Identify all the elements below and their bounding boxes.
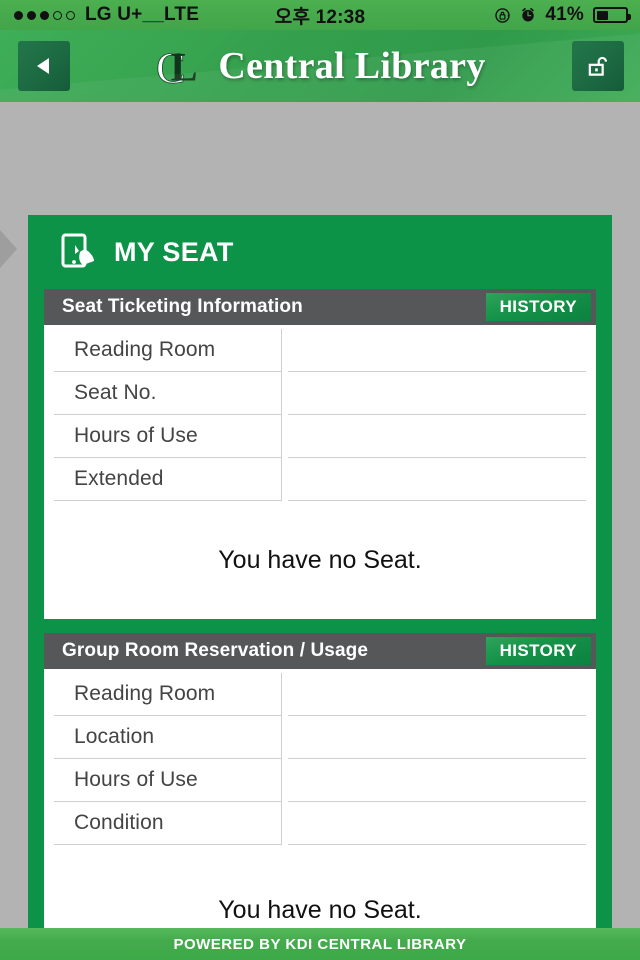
row-label: Hours of Use	[54, 759, 282, 802]
row-value	[288, 458, 586, 501]
table-row: Reading Room	[44, 673, 596, 716]
table-row: Extended	[44, 458, 596, 501]
cl-monogram-logo: C L	[156, 42, 198, 93]
seat-ticketing-card: Seat Ticketing Information HISTORY Readi…	[44, 289, 596, 619]
card-header: Group Room Reservation / Usage HISTORY	[44, 633, 596, 669]
card-rows: Reading Room Seat No. Hours of Use Exten…	[44, 325, 596, 501]
brand-logo-group: C L Central Library	[154, 38, 485, 94]
row-value	[288, 673, 586, 716]
unlock-button[interactable]	[572, 41, 624, 91]
footer-bar: POWERED BY KDI CENTRAL LIBRARY	[0, 928, 640, 960]
table-row: Hours of Use	[44, 759, 596, 802]
page-body: MY SEAT Seat Ticketing Information HISTO…	[0, 102, 640, 960]
phone-screen: LG U+__LTE 오후 12:38 41% C L Central Libr…	[0, 0, 640, 960]
card-title-label: Group Room Reservation / Usage	[62, 640, 369, 661]
app-header: C L Central Library	[0, 30, 640, 102]
row-value	[288, 716, 586, 759]
history-button[interactable]: HISTORY	[485, 637, 591, 665]
battery-icon	[593, 7, 631, 23]
page-title: Central Library	[218, 45, 486, 87]
my-seat-panel: MY SEAT Seat Ticketing Information HISTO…	[28, 215, 612, 960]
row-label: Location	[54, 716, 282, 759]
table-row: Reading Room	[44, 329, 596, 372]
row-value	[288, 372, 586, 415]
empty-state-message: You have no Seat.	[218, 545, 422, 574]
row-label: Reading Room	[54, 329, 282, 372]
panel-title-label: MY SEAT	[114, 236, 234, 267]
row-value	[288, 329, 586, 372]
group-room-card: Group Room Reservation / Usage HISTORY R…	[44, 633, 596, 960]
tablet-touch-icon	[61, 233, 94, 268]
row-value	[288, 802, 586, 845]
history-button[interactable]: HISTORY	[485, 293, 591, 321]
row-label: Extended	[54, 458, 282, 501]
card-title-label: Seat Ticketing Information	[62, 296, 303, 317]
panel-title-bar: MY SEAT	[28, 215, 612, 289]
section-pointer-icon	[0, 230, 17, 268]
row-value	[288, 415, 586, 458]
table-row: Hours of Use	[44, 415, 596, 458]
back-button[interactable]	[18, 41, 70, 91]
row-value	[288, 759, 586, 802]
footer-label: POWERED BY KDI CENTRAL LIBRARY	[173, 935, 467, 953]
svg-text:L: L	[171, 44, 198, 89]
status-bar-clock: 오후 12:38	[274, 6, 366, 28]
row-label: Condition	[54, 802, 282, 845]
unlock-padlock-icon	[588, 56, 608, 76]
back-arrow-icon	[37, 58, 49, 74]
row-label: Seat No.	[54, 372, 282, 415]
status-bar: LG U+__LTE 오후 12:38 41%	[0, 0, 640, 30]
card-header: Seat Ticketing Information HISTORY	[44, 289, 596, 325]
table-row: Seat No.	[44, 372, 596, 415]
row-label: Hours of Use	[54, 415, 282, 458]
table-row: Condition	[44, 802, 596, 845]
table-row: Location	[44, 716, 596, 759]
row-label: Reading Room	[54, 673, 282, 716]
card-rows: Reading Room Location Hours of Use Condi…	[44, 669, 596, 845]
